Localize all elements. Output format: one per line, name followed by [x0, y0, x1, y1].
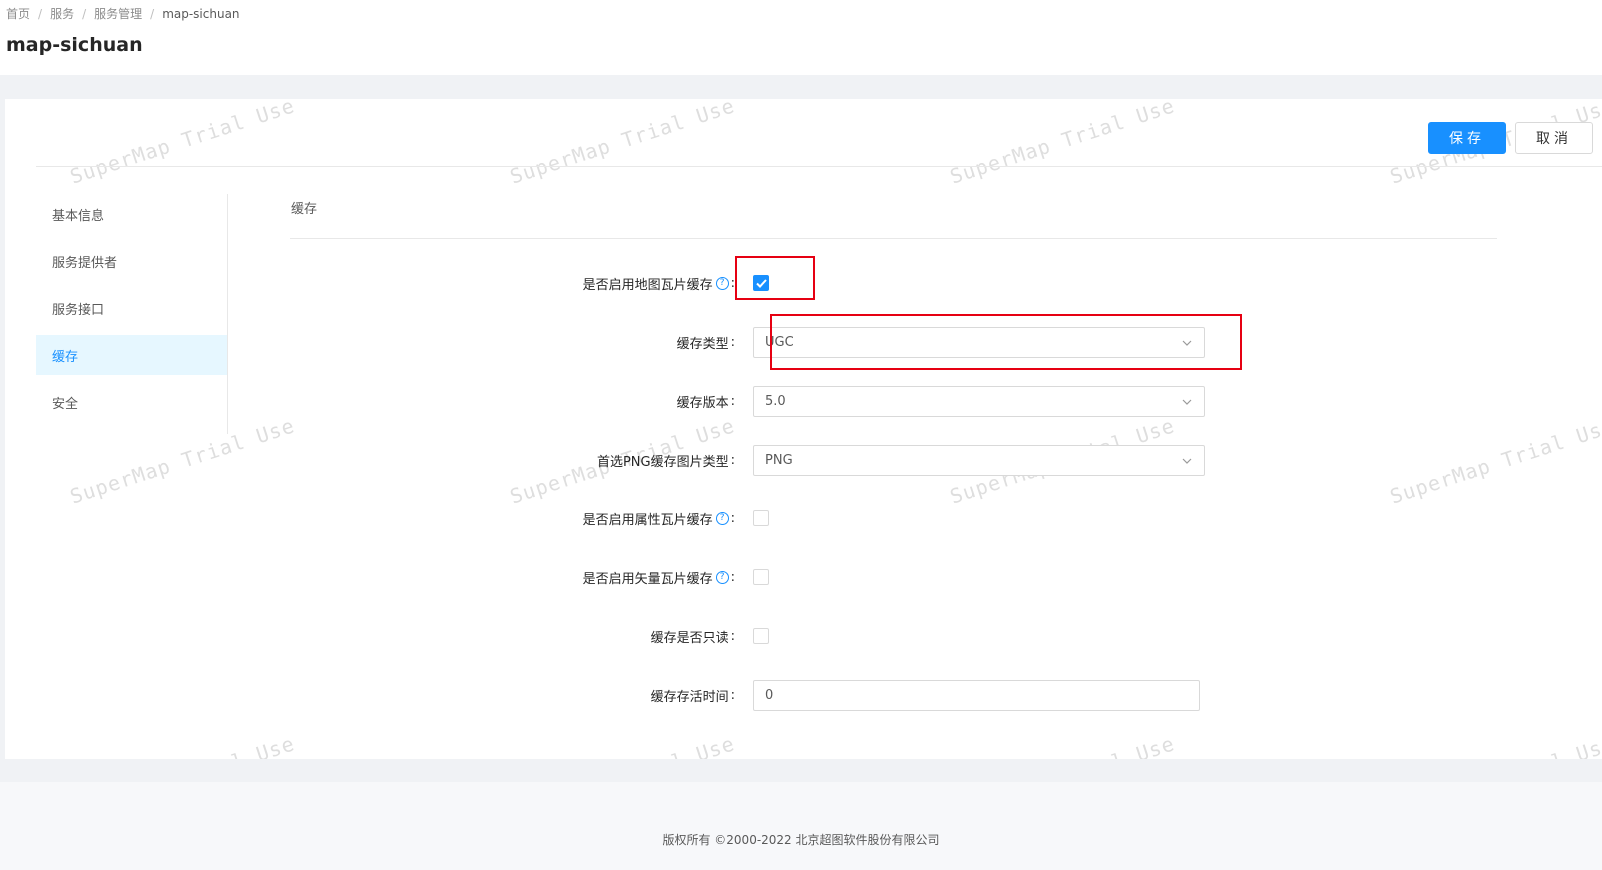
label-text: 是否启用矢量瓦片缓存	[582, 571, 713, 587]
form-label: 是否启用属性瓦片缓存 ? :	[405, 509, 735, 528]
section-title: 缓存	[291, 202, 318, 217]
chevron-down-icon	[1182, 399, 1192, 405]
form-row-cache-type: 缓存类型 : UGC	[405, 326, 1305, 358]
side-nav-item-cache[interactable]: 缓存	[36, 335, 227, 375]
enable-map-tile-cache-checkbox[interactable]	[753, 275, 769, 291]
form-control	[753, 569, 769, 585]
enable-vector-tile-cache-checkbox[interactable]	[753, 569, 769, 585]
card-divider	[36, 166, 1602, 167]
form-row-png-type: 首选PNG缓存图片类型 : PNG	[405, 444, 1305, 476]
section-divider	[290, 238, 1497, 239]
label-text: 缓存版本	[676, 395, 729, 411]
form-control: PNG	[753, 444, 1205, 476]
form-control: 5.0	[753, 385, 1205, 417]
label-colon: :	[730, 393, 735, 409]
chevron-down-icon	[1182, 458, 1192, 464]
form-label: 缓存版本 :	[405, 392, 735, 411]
form-label: 首选PNG缓存图片类型 :	[405, 451, 735, 470]
ttl-input[interactable]	[753, 679, 1200, 711]
png-type-select[interactable]: PNG	[753, 444, 1205, 476]
page-header: 首页 / 服务 / 服务管理 / map-sichuan map-sichuan	[0, 0, 1602, 75]
label-colon: :	[730, 334, 735, 350]
side-nav-item-interfaces[interactable]: 服务接口	[36, 288, 227, 328]
form-control: UGC	[753, 326, 1205, 358]
watermark: SuperMap Trial Use	[67, 99, 298, 189]
watermark: SuperMap Trial Use	[1387, 413, 1602, 509]
copyright-text: 版权所有 ©2000-2022 北京超图软件股份有限公司	[662, 833, 940, 847]
label-text: 是否启用地图瓦片缓存	[582, 277, 713, 293]
select-value: 5.0	[765, 393, 786, 409]
side-nav-item-security[interactable]: 安全	[36, 382, 227, 422]
label-colon: :	[730, 510, 735, 526]
cache-type-select[interactable]: UGC	[753, 326, 1205, 358]
form-row-readonly: 缓存是否只读 :	[405, 620, 1305, 652]
settings-card: SuperMap Trial Use SuperMap Trial Use Su…	[5, 99, 1602, 759]
footer: 版权所有 ©2000-2022 北京超图软件股份有限公司	[0, 782, 1602, 870]
form-control	[753, 628, 769, 644]
side-nav-item-basic-info[interactable]: 基本信息	[36, 194, 227, 234]
watermark: SuperMap Trial Use	[947, 731, 1178, 759]
readonly-checkbox[interactable]	[753, 628, 769, 644]
breadcrumb: 首页 / 服务 / 服务管理 / map-sichuan	[6, 5, 240, 22]
label-text: 缓存类型	[676, 336, 729, 352]
help-icon[interactable]: ?	[715, 276, 729, 290]
select-value: UGC	[765, 334, 794, 350]
watermark: SuperMap Trial Use	[1387, 731, 1602, 759]
page-title: map-sichuan	[6, 34, 143, 56]
breadcrumb-current: map-sichuan	[162, 6, 240, 21]
form-row-enable-map-tile-cache: 是否启用地图瓦片缓存 ? :	[405, 267, 1305, 299]
check-icon	[755, 278, 767, 288]
side-nav: 基本信息 服务提供者 服务接口 缓存 安全	[36, 194, 228, 434]
form-label: 是否启用地图瓦片缓存 ? :	[405, 274, 735, 293]
form-label: 缓存是否只读 :	[405, 627, 735, 646]
form-control	[753, 679, 1200, 711]
label-text: 缓存存活时间	[650, 689, 729, 705]
watermark: SuperMap Trial Use	[507, 731, 738, 759]
label-text: 缓存是否只读	[650, 630, 729, 646]
select-value: PNG	[765, 452, 793, 468]
form-control	[753, 275, 769, 291]
help-icon[interactable]: ?	[715, 511, 729, 525]
watermark: SuperMap Trial Use	[947, 99, 1178, 189]
watermark: SuperMap Trial Use	[67, 731, 298, 759]
form-label: 缓存存活时间 :	[405, 686, 735, 705]
breadcrumb-separator: /	[82, 6, 87, 21]
cancel-button[interactable]: 取消	[1515, 122, 1593, 154]
breadcrumb-service-management[interactable]: 服务管理	[94, 5, 142, 22]
form-label: 是否启用矢量瓦片缓存 ? :	[405, 568, 735, 587]
label-colon: :	[730, 628, 735, 644]
breadcrumb-home[interactable]: 首页	[6, 5, 30, 22]
label-colon: :	[730, 275, 735, 291]
label-text: 首选PNG缓存图片类型	[596, 454, 729, 470]
form-label: 缓存类型 :	[405, 333, 735, 352]
cache-version-select[interactable]: 5.0	[753, 385, 1205, 417]
label-text: 是否启用属性瓦片缓存	[582, 512, 713, 528]
enable-attr-tile-cache-checkbox[interactable]	[753, 510, 769, 526]
label-colon: :	[730, 452, 735, 468]
breadcrumb-services[interactable]: 服务	[50, 5, 74, 22]
form-row-cache-version: 缓存版本 : 5.0	[405, 385, 1305, 417]
watermark: SuperMap Trial Use	[507, 99, 738, 189]
breadcrumb-separator: /	[38, 6, 43, 21]
breadcrumb-separator: /	[150, 6, 155, 21]
form-row-enable-vector-tile-cache: 是否启用矢量瓦片缓存 ? :	[405, 561, 1305, 593]
form-row-enable-attr-tile-cache: 是否启用属性瓦片缓存 ? :	[405, 502, 1305, 534]
save-button[interactable]: 保存	[1428, 122, 1506, 154]
form-control	[753, 510, 769, 526]
side-nav-item-providers[interactable]: 服务提供者	[36, 241, 227, 281]
label-colon: :	[730, 569, 735, 585]
help-icon[interactable]: ?	[715, 570, 729, 584]
chevron-down-icon	[1182, 340, 1192, 346]
form-row-ttl: 缓存存活时间 :	[405, 679, 1305, 711]
label-colon: :	[730, 687, 735, 703]
